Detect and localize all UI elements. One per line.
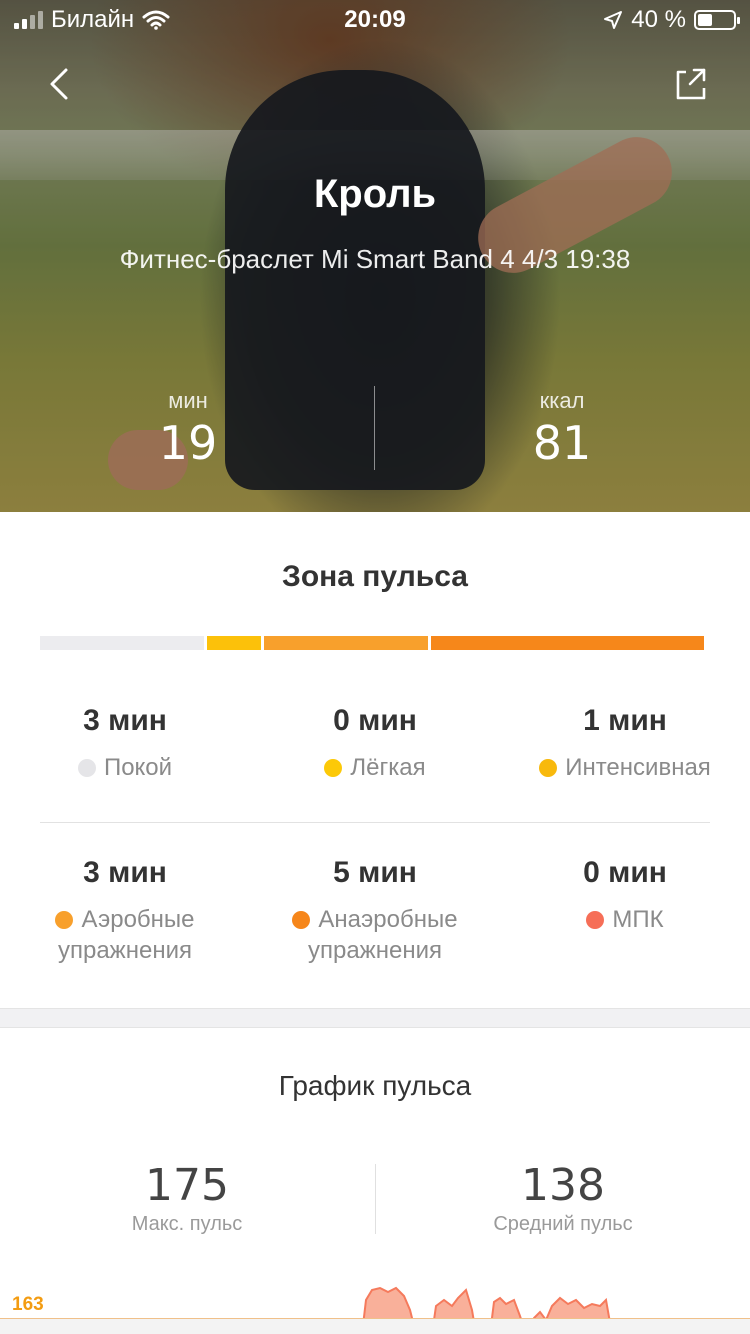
calories-stat: ккал 81: [462, 388, 662, 470]
zone-intensive: 1 мин Интенсивная: [500, 704, 750, 783]
zone-vo2max-dot: [586, 911, 605, 929]
zone-anaerobic: 5 мин Анаэробные упражнения: [250, 856, 500, 966]
calories-value: 81: [532, 416, 592, 470]
zone-anaerobic-label-2: упражнения: [307, 937, 442, 964]
heart-rate-title: График пульса: [278, 1070, 472, 1101]
zone-rest-value: 3 мин: [83, 704, 167, 737]
zone-intensive-value: 1 мин: [583, 704, 667, 737]
zone-anaerobic-label-1: Анаэробные: [318, 906, 458, 933]
zone-aerobic-dot: [55, 911, 74, 929]
max-heart-rate-label: Макс. пульс: [131, 1213, 243, 1235]
zone-rest-dot: [77, 759, 96, 777]
zone-light: 0 мин Лёгкая: [250, 704, 500, 783]
workout-title: Кроль: [313, 172, 437, 216]
zone-light-label: Лёгкая: [350, 754, 426, 781]
section-separator: [0, 1008, 750, 1028]
back-button[interactable]: [40, 60, 80, 108]
heart-rate-divider: [375, 1164, 376, 1234]
zone-bar-rest: [40, 636, 204, 650]
zone-aerobic-value: 3 мин: [83, 856, 167, 889]
zone-light-value: 0 мин: [333, 704, 417, 737]
zone-rest: 3 мин Покой: [0, 704, 250, 783]
duration-value: 19: [158, 416, 218, 470]
hero-stat-divider: [374, 386, 375, 470]
zone-anaerobic-value: 5 мин: [333, 856, 417, 889]
zone-light-dot: [324, 759, 343, 777]
chevron-left-icon: [50, 68, 68, 100]
zone-bar-aerobic: [264, 636, 428, 650]
bottom-bar: [0, 1318, 750, 1334]
zone-aerobic: 3 мин Аэробные упражнения: [0, 856, 250, 966]
share-icon: [676, 68, 706, 100]
zone-vo2max-label: МПК: [612, 906, 664, 933]
reference-line-label: 163: [12, 1294, 44, 1315]
zone-aerobic-label-2: упражнения: [57, 937, 192, 964]
duration-stat: мин 19: [88, 388, 288, 470]
max-heart-rate: 175 Макс. пульс: [37, 1160, 337, 1236]
zone-vo2max: 0 мин МПК: [500, 856, 750, 935]
avg-heart-rate-label: Средний пульс: [493, 1213, 633, 1235]
status-bar: Билайн 20:09 40 %: [0, 0, 750, 40]
avg-heart-rate-value: 138: [521, 1160, 605, 1211]
zone-intensive-label: Интенсивная: [565, 754, 711, 781]
battery-icon: [694, 10, 740, 30]
zones-title: Зона пульса: [282, 560, 468, 593]
location-arrow-icon: [604, 11, 623, 29]
avg-heart-rate: 138 Средний пульс: [413, 1160, 713, 1236]
zone-intensive-dot: [539, 759, 558, 777]
calories-unit: ккал: [539, 388, 585, 413]
battery-percent: 40 %: [631, 6, 686, 33]
share-button[interactable]: [668, 62, 712, 106]
duration-unit: мин: [168, 388, 208, 413]
zone-bar-anaerobic: [431, 636, 704, 650]
zones-divider: [40, 822, 710, 823]
workout-subtitle: Фитнес-браслет Mi Smart Band 4 4/3 19:38: [119, 244, 631, 274]
zone-aerobic-label-1: Аэробные: [81, 906, 195, 933]
zone-vo2max-value: 0 мин: [583, 856, 667, 889]
zone-rest-label: Покой: [103, 754, 173, 781]
status-right: 40 %: [603, 6, 740, 34]
zone-anaerobic-dot: [292, 911, 311, 929]
max-heart-rate-value: 175: [145, 1160, 229, 1211]
zone-bar-intensive: [207, 636, 261, 650]
